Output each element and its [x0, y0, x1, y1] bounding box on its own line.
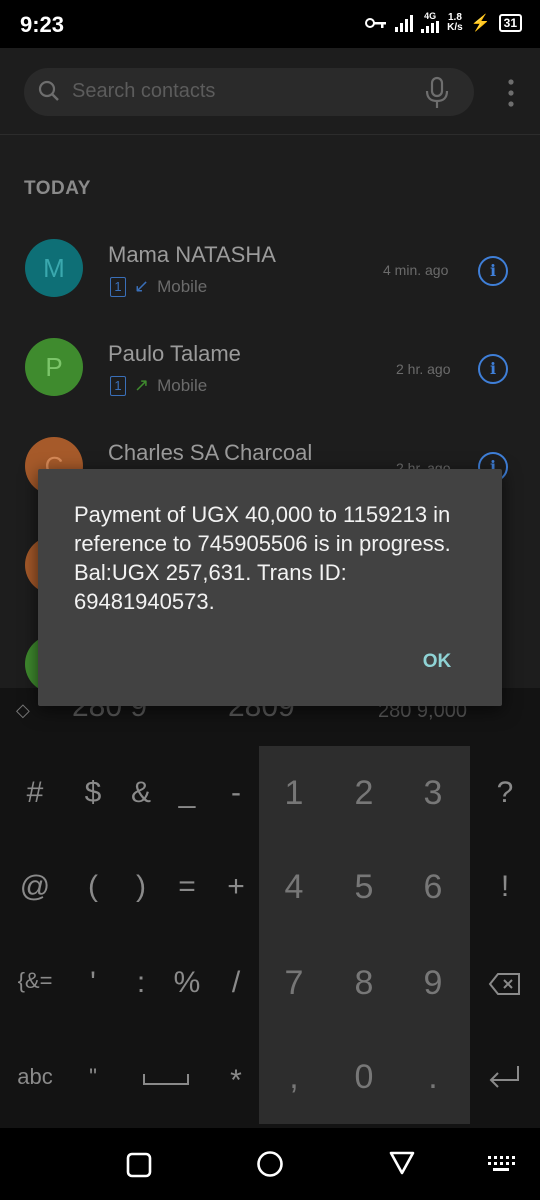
- status-time: 9:23: [20, 12, 65, 37]
- dialog-message: Payment of UGX 40,000 to 1159213 in refe…: [74, 502, 451, 614]
- space-key-icon[interactable]: [142, 1070, 190, 1086]
- info-icon[interactable]: i: [478, 256, 508, 286]
- key[interactable]: #: [5, 776, 65, 810]
- key[interactable]: 8: [334, 964, 394, 1003]
- sim-icon: 1: [110, 375, 126, 396]
- home-icon[interactable]: [256, 1150, 284, 1178]
- call-type: Mobile: [157, 375, 208, 395]
- battery-level: 31: [498, 13, 522, 32]
- key[interactable]: 9: [403, 964, 463, 1003]
- vpn-key-icon: [365, 17, 387, 28]
- ok-button[interactable]: OK: [412, 648, 462, 676]
- search-input[interactable]: Search contacts: [72, 80, 215, 103]
- avatar[interactable]: P: [25, 338, 83, 396]
- charging-icon: ⚡: [470, 14, 491, 32]
- incoming-call-icon: ↙: [134, 276, 150, 296]
- key[interactable]: 0: [334, 1058, 394, 1097]
- mic-icon[interactable]: [424, 76, 450, 110]
- signal-2-icon: 4G: [421, 11, 440, 33]
- key[interactable]: *: [206, 1064, 266, 1098]
- call-type: Mobile: [157, 276, 208, 296]
- key[interactable]: @: [5, 870, 65, 904]
- keyboard-switch-icon[interactable]: [486, 1154, 516, 1174]
- key[interactable]: 3: [403, 774, 463, 813]
- key[interactable]: 2: [334, 774, 394, 813]
- section-header-today: TODAY: [24, 178, 91, 199]
- key[interactable]: !: [475, 870, 535, 904]
- network-type: 4G: [424, 11, 437, 21]
- contact-name[interactable]: Paulo Talame: [108, 341, 241, 367]
- more-options-icon[interactable]: [506, 78, 516, 108]
- key[interactable]: 4: [264, 868, 324, 907]
- key[interactable]: ": [63, 1064, 123, 1090]
- info-icon[interactable]: i: [478, 354, 508, 384]
- key-abc[interactable]: abc: [5, 1064, 65, 1090]
- search-icon: [38, 80, 59, 101]
- key[interactable]: 1: [264, 774, 324, 813]
- call-details: 1 ↙ Mobile: [110, 276, 207, 297]
- key[interactable]: ,: [264, 1058, 324, 1097]
- key[interactable]: -: [206, 776, 266, 810]
- recents-icon[interactable]: [126, 1152, 152, 1178]
- backspace-icon[interactable]: [488, 972, 522, 996]
- back-icon[interactable]: [388, 1150, 416, 1176]
- status-icons: 4G 1.8 K/s ⚡ 31: [365, 12, 522, 33]
- key[interactable]: ?: [475, 776, 535, 810]
- contact-name[interactable]: Mama NATASHA: [108, 242, 276, 268]
- call-time: 4 min. ago: [383, 262, 449, 278]
- key[interactable]: /: [206, 966, 266, 1000]
- enter-icon[interactable]: [488, 1064, 522, 1090]
- expand-suggestions-icon[interactable]: ◇: [16, 700, 30, 721]
- contact-name[interactable]: Charles SA Charcoal: [108, 440, 312, 466]
- avatar[interactable]: M: [25, 239, 83, 297]
- key-symbols-more[interactable]: {&=: [5, 968, 65, 994]
- signal-1-icon: [395, 14, 414, 32]
- key[interactable]: 5: [334, 868, 394, 907]
- call-time: 2 hr. ago: [396, 361, 451, 377]
- outgoing-call-icon: ↗: [134, 375, 150, 395]
- speed-value: 1.8: [447, 11, 462, 23]
- key[interactable]: 7: [264, 964, 324, 1003]
- key[interactable]: .: [403, 1058, 463, 1097]
- speed-unit: K/s: [447, 21, 463, 33]
- key[interactable]: +: [206, 870, 266, 904]
- call-details: 1 ↗ Mobile: [110, 375, 207, 396]
- sim-icon: 1: [110, 276, 126, 297]
- network-speed: 1.8 K/s: [447, 11, 463, 33]
- key[interactable]: 6: [403, 868, 463, 907]
- divider: [0, 134, 540, 135]
